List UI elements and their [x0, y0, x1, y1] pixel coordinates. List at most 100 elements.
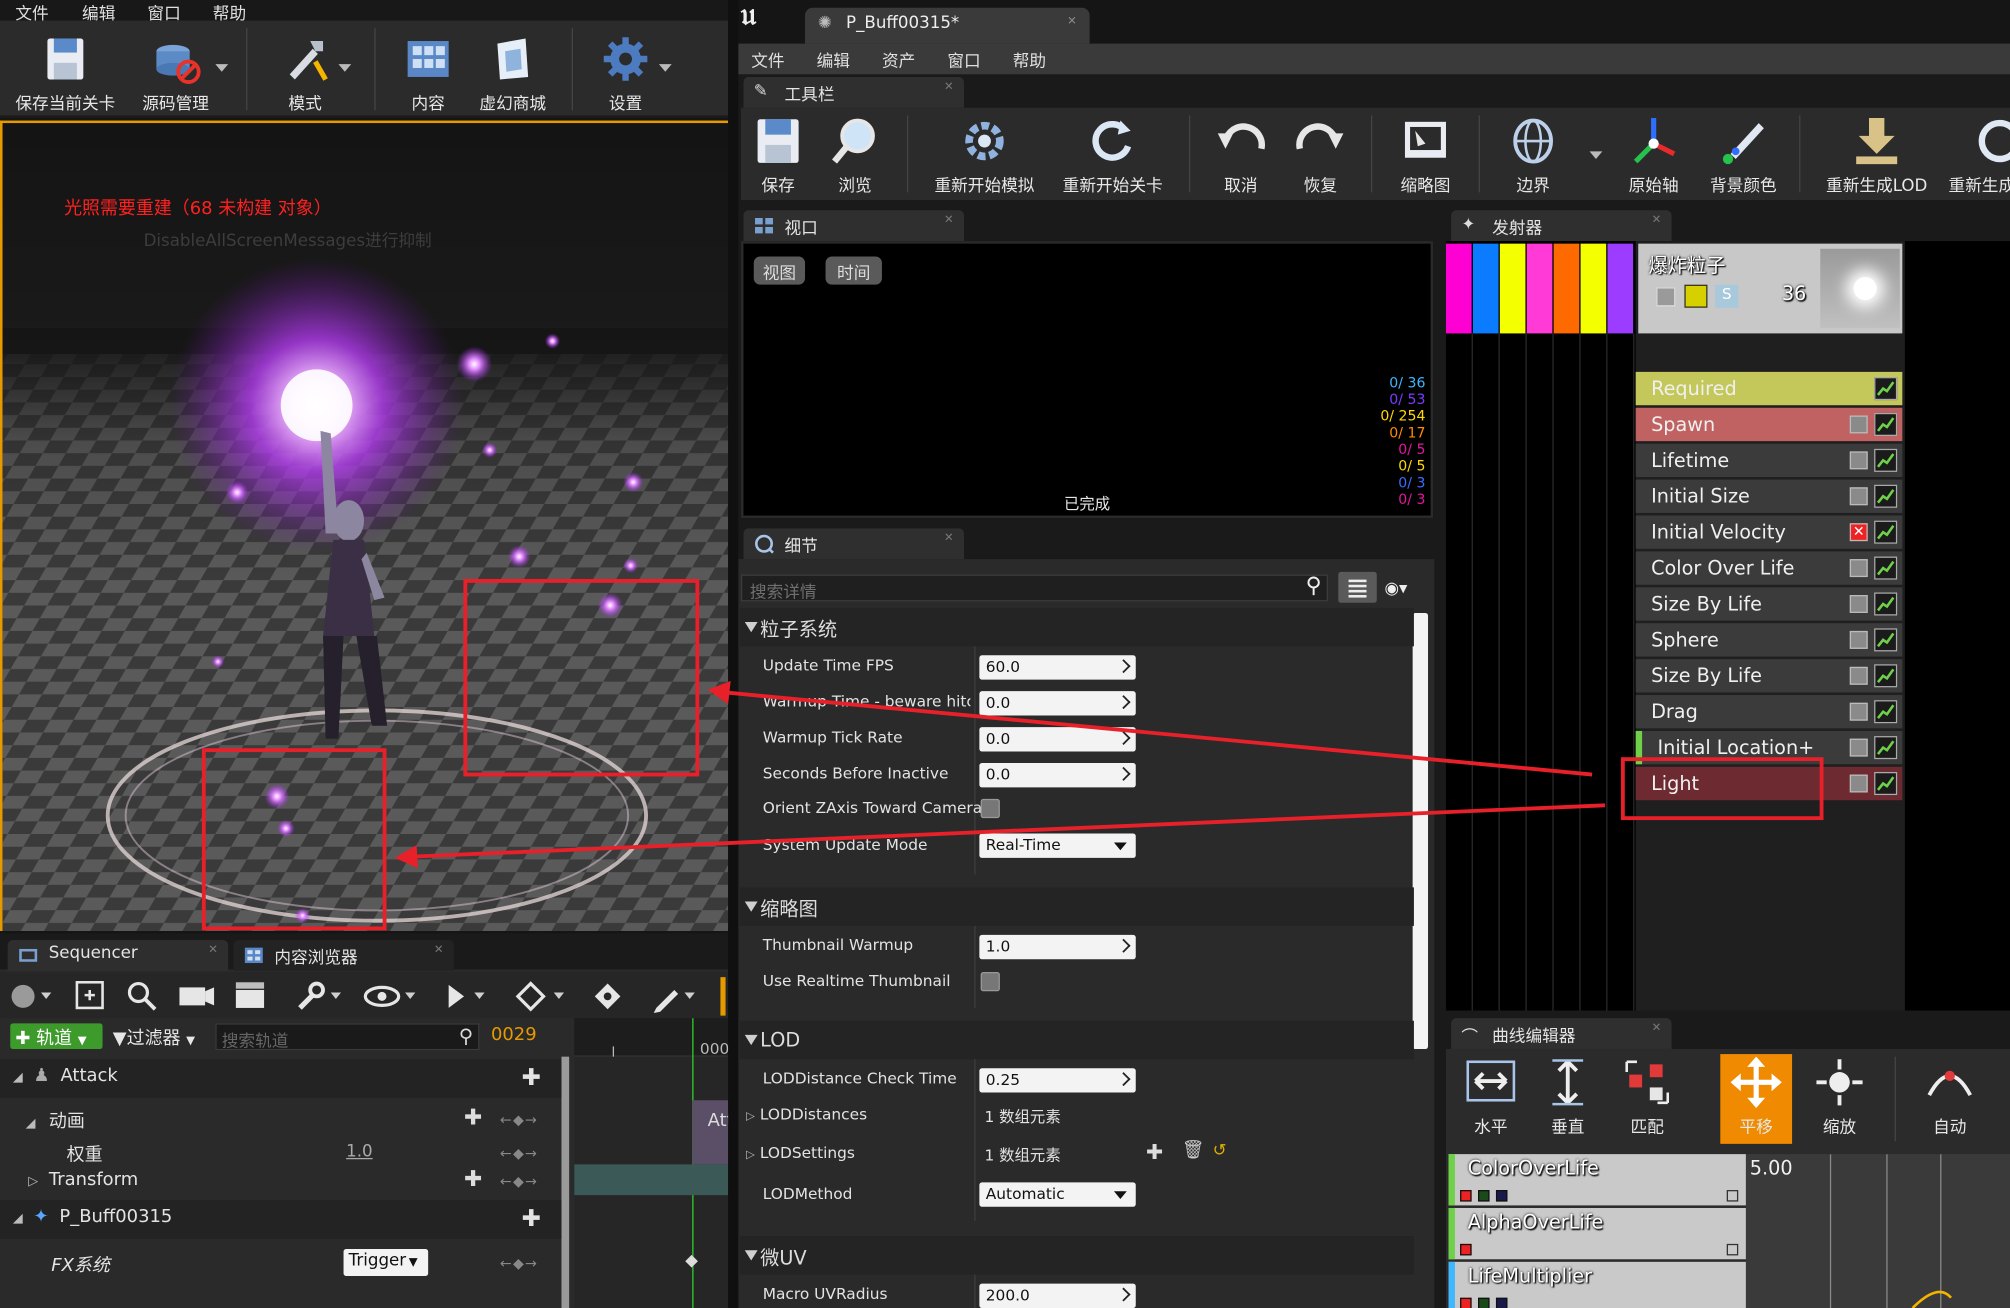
redo-button[interactable]: 恢复: [1290, 115, 1352, 196]
section-particle-system[interactable]: 粒子系统: [739, 607, 1414, 647]
close-icon[interactable]: ✕: [1652, 214, 1662, 227]
module-enable-checkbox[interactable]: [1849, 415, 1868, 434]
thumb-warmup-field[interactable]: 1.0: [979, 934, 1136, 960]
curve-graph-icon[interactable]: [1874, 592, 1898, 616]
tab-emitters[interactable]: ✦ 发射器 ✕: [1451, 210, 1672, 242]
menu-edit[interactable]: 编辑: [817, 47, 850, 72]
fit-horizontal-button[interactable]: 水平: [1459, 1057, 1523, 1137]
menu-file[interactable]: 文件: [751, 47, 784, 72]
section-lod[interactable]: LOD: [739, 1020, 1414, 1060]
filter-button[interactable]: ▼过滤器 ▼: [113, 1025, 195, 1051]
world-icon[interactable]: [11, 984, 52, 1008]
module-enable-checkbox[interactable]: [1849, 595, 1868, 613]
close-icon[interactable]: ✕: [944, 214, 954, 227]
close-icon[interactable]: ✕: [434, 944, 444, 957]
update-mode-select[interactable]: Real-Time: [979, 833, 1136, 858]
restart-level-button[interactable]: 重新开始关卡: [1056, 115, 1169, 196]
module-row[interactable]: Lifetime: [1635, 443, 1903, 478]
seconds-inactive-field[interactable]: 0.0: [979, 762, 1136, 788]
wrench-icon[interactable]: [298, 981, 341, 1010]
module-enable-checkbox[interactable]: [1849, 559, 1868, 578]
close-icon[interactable]: ✕: [1652, 1022, 1662, 1035]
auto-button[interactable]: 自动: [1918, 1057, 1982, 1137]
curve-graph-icon[interactable]: [1874, 377, 1898, 401]
content-button[interactable]: 内容: [397, 33, 459, 114]
emitter-enable-checkbox[interactable]: [1656, 287, 1676, 307]
emitter-header[interactable]: 爆炸粒子 S 36: [1638, 243, 1903, 334]
add-icon[interactable]: ✚: [464, 1167, 482, 1193]
module-row[interactable]: Initial Size: [1635, 479, 1903, 513]
details-search-input[interactable]: 搜索详情 ⚲: [740, 573, 1329, 603]
clapper-icon[interactable]: [235, 982, 265, 1008]
curve-alpha-over-life[interactable]: AlphaOverLife: [1448, 1207, 1746, 1260]
tab-toolbar[interactable]: ✎ 工具栏 ✕: [743, 76, 964, 108]
sequencer-new-icon[interactable]: [75, 980, 104, 1010]
key-nav-icon[interactable]: ←◆→: [500, 1255, 538, 1272]
key-nav-icon[interactable]: ←◆→: [500, 1112, 538, 1129]
track-animation[interactable]: ◢ 动画: [26, 1108, 85, 1134]
key-filled-icon[interactable]: [594, 983, 621, 1010]
view-button[interactable]: 视图: [753, 256, 806, 285]
settings-dropdown-icon[interactable]: [658, 64, 672, 72]
module-enable-checkbox[interactable]: [1849, 702, 1868, 721]
current-frame[interactable]: 0029: [491, 1025, 537, 1046]
collapse-icon[interactable]: ◢: [13, 1071, 23, 1085]
property-matrix-button[interactable]: [1338, 571, 1377, 603]
source-control-dropdown-icon[interactable]: [215, 64, 229, 72]
close-icon[interactable]: ✕: [1067, 15, 1077, 28]
fit-vertical-button[interactable]: 垂直: [1536, 1057, 1600, 1137]
module-enable-checkbox[interactable]: [1849, 630, 1868, 649]
module-enable-checkbox[interactable]: [1849, 487, 1868, 506]
curve-life-multiplier[interactable]: LifeMultiplier: [1448, 1261, 1746, 1308]
curve-graph-icon[interactable]: [1874, 484, 1898, 508]
module-row[interactable]: Initial Velocity ✕: [1635, 515, 1903, 549]
section-thumbnail[interactable]: 缩略图: [739, 887, 1414, 926]
reset-icon[interactable]: ↺: [1213, 1141, 1227, 1160]
lod-distances-row[interactable]: ▷ LODDistances: [746, 1105, 867, 1123]
tab-content-browser[interactable]: 内容浏览器 ✕: [233, 939, 454, 971]
play-icon[interactable]: [448, 984, 485, 1008]
save-level-button[interactable]: 保存当前关卡: [10, 33, 120, 114]
lod-settings-row[interactable]: ▷ LODSettings: [746, 1144, 855, 1162]
close-icon[interactable]: ✕: [208, 944, 218, 957]
thumbnail-button[interactable]: 缩略图: [1392, 115, 1459, 196]
warmup-time-field[interactable]: 0.0: [979, 691, 1136, 716]
asset-tab[interactable]: ✺ P_Buff00315* ✕: [805, 7, 1090, 44]
trigger-dropdown[interactable]: Trigger ▼: [343, 1249, 429, 1276]
regen-button[interactable]: 重新生成: [1948, 115, 2010, 196]
module-enable-checkbox[interactable]: [1849, 738, 1868, 757]
section-micro-uv[interactable]: 微UV: [739, 1236, 1414, 1275]
module-row[interactable]: Size By Life: [1635, 659, 1903, 693]
module-row[interactable]: Size By Life: [1635, 587, 1903, 621]
time-button[interactable]: 时间: [825, 256, 882, 285]
curve-channel-blue[interactable]: [1495, 1190, 1508, 1202]
module-row[interactable]: Initial Location+: [1635, 730, 1903, 765]
bg-color-button[interactable]: 背景颜色: [1702, 115, 1784, 196]
emitter-name[interactable]: 爆炸粒子: [1649, 251, 1726, 278]
regen-lod-button[interactable]: 重新生成LOD: [1820, 115, 1933, 196]
add-element-icon[interactable]: ✚: [1146, 1140, 1163, 1164]
bounds-button[interactable]: 边界: [1500, 115, 1567, 196]
pan-button[interactable]: 平移: [1720, 1054, 1793, 1144]
curve-graph-icon[interactable]: [1874, 771, 1898, 796]
curve-channel-red[interactable]: [1460, 1297, 1472, 1308]
pencil-icon[interactable]: [653, 989, 695, 1014]
level-viewport[interactable]: 光照需要重建（68 未构建 对象） DisableAllScreenMessag…: [0, 120, 729, 931]
curve-graph-icon[interactable]: [1874, 412, 1898, 436]
expand-icon[interactable]: ▷: [746, 1111, 755, 1124]
lod-method-select[interactable]: Automatic: [979, 1182, 1136, 1207]
emitter-solo-icon[interactable]: S: [1715, 284, 1739, 308]
module-row[interactable]: Spawn: [1635, 407, 1903, 442]
marketplace-button[interactable]: 虚幻商城: [472, 33, 554, 114]
add-track-button[interactable]: ✚ 轨道 ▼: [10, 1023, 103, 1049]
expand-icon[interactable]: ▷: [746, 1149, 755, 1162]
collapse-icon[interactable]: ◢: [13, 1212, 23, 1226]
menu-asset[interactable]: 资产: [882, 47, 915, 72]
update-fps-field[interactable]: 60.0: [979, 655, 1136, 680]
key-nav-icon[interactable]: ←◆→: [500, 1145, 538, 1162]
emitter-render-mode-icon[interactable]: [1684, 284, 1708, 308]
source-control-button[interactable]: 源码管理: [133, 33, 218, 114]
tab-details[interactable]: 细节 ✕: [743, 528, 964, 560]
curve-graph-icon[interactable]: [1874, 664, 1898, 688]
curve-channel-green[interactable]: [1478, 1190, 1490, 1202]
